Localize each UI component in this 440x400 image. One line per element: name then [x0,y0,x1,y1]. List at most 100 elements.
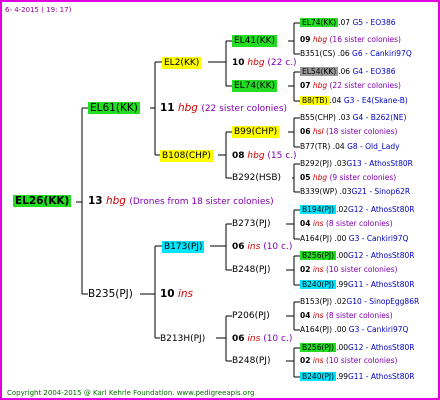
gen3-a2-hbg: hbg [312,81,328,90]
gen2-a-note: (22 c.) [267,58,297,68]
gen3-d2-ins: ins [312,356,324,365]
root-note: (Drones from 18 sister colonies) [129,197,274,207]
gen4-leaf[interactable]: B8(TB) .04 G3 - E4(Skane-B) [300,95,408,107]
gen3-b2-info: 05 hbg (9 sister colonies) [300,172,396,184]
gen2-d-ins: ins [247,334,261,344]
gen4-leaf[interactable]: B351(CS) .06 G6 - Cankiri97Q [300,48,412,60]
gen1-bottom-queen[interactable]: B235(PJ) [88,288,133,300]
gen3-c1-info: 04 ins (8 sister colonies) [300,218,393,230]
gen4-lineage: G12 - AthosSt80R [348,343,415,352]
gen4-year: .02 [336,205,348,214]
gen3-c2-number: 02 [300,265,311,274]
gen4-year: .00 [336,343,348,352]
gen2-a-info: 10 hbg (22 c.) [232,57,297,69]
gen3-a2-queen[interactable]: EL74(KK) [232,80,277,92]
gen3-c1-ins: ins [312,219,324,228]
gen1-bottom-number: 10 [160,288,175,300]
gen4-queen-id: B339(WP) [300,187,338,196]
gen3-d2-queen[interactable]: B248(PJ) [232,355,270,367]
gen4-lineage: G21 - Sinop62R [351,187,411,196]
gen3-d2-note: (10 sister colonies) [325,356,398,365]
gen4-leaf[interactable]: B256(PJ) .00G12 - AthosSt80R [300,342,414,354]
root-hbg-label: hbg [105,195,126,207]
gen1-top-hbg-label: hbg [177,102,198,114]
root-hbg-number: 13 [88,195,103,207]
gen4-queen-id: EL54(KK) [300,67,339,76]
gen4-leaf[interactable]: B240(PJ) .99G11 - AthosSt80R [300,279,414,291]
gen4-queen-id: B240(PJ) [300,280,337,289]
gen4-year: .03 [334,159,347,168]
gen4-queen-id: EL74(KK) [300,18,339,27]
gen4-leaf[interactable]: EL54(KK) .06 G4 - EO386 [300,66,396,78]
gen2-a-number: 10 [232,58,245,68]
gen4-leaf[interactable]: B55(CHP) .03 G4 - B262(NE) [300,112,406,124]
gen2-d-info: 06 ins (10 c.) [232,333,292,345]
gen4-year: .06 [338,67,351,76]
gen2-b-queen[interactable]: B108(CHP) [160,150,213,162]
gen3-d1-info: 04 ins (8 sister colonies) [300,310,393,322]
gen4-queen-id: B153(PJ) [300,297,333,306]
gen3-b2-queen[interactable]: B292(HSB) [232,172,281,184]
gen3-a1-note: (16 sister colonies) [329,35,401,44]
gen4-leaf[interactable]: A164(PJ) .00 G3 - Cankiri97Q [300,233,408,245]
gen2-c-number: 06 [232,242,245,252]
root-drone-info: 13 hbg (Drones from 18 sister colonies) [88,195,274,208]
gen4-lineage: G10 - SinopEgg86R [346,297,420,306]
pedigree-frame: 6- 4-2015 ( 19: 17) EL26(KK) 13 hbg (Dro… [0,0,440,400]
gen4-queen-id: B292(PJ) [300,159,333,168]
gen4-queen-id: B256(PJ) [300,251,337,260]
gen4-leaf[interactable]: B292(PJ) .03G13 - AthosSt80R [300,158,413,170]
gen4-year: .00 [336,251,348,260]
gen2-a-queen[interactable]: EL2(KK) [162,57,202,69]
gen3-b1-info: 06 hsl (18 sister colonies) [300,126,397,138]
gen4-lineage: G6 - Cankiri97Q [352,49,412,58]
gen3-c1-queen[interactable]: B273(PJ) [232,218,270,230]
gen3-b2-hbg: hbg [312,173,328,182]
gen3-a1-queen[interactable]: EL41(KK) [232,35,277,47]
gen3-c2-ins: ins [312,265,324,274]
gen3-d1-ins: ins [312,311,324,320]
gen4-leaf[interactable]: B339(WP) .03G21 - Sinop62R [300,186,410,198]
gen3-a1-info: 09 hbg (16 sister colonies) [300,34,401,46]
gen4-queen-id: B240(PJ) [300,372,337,381]
gen4-queen-id: B77(TR) [300,142,331,151]
gen4-lineage: G8 - Old_Lady [347,142,400,151]
gen4-queen-id: A164(PJ) [300,234,333,243]
gen2-c-ins: ins [247,242,261,252]
gen3-b2-note: (9 sister colonies) [329,173,397,182]
gen4-leaf[interactable]: A164(PJ) .00 G3 - Cankiri97Q [300,324,408,336]
gen4-leaf[interactable]: EL74(KK) .07 G5 - EO386 [300,17,396,29]
gen2-c-info: 06 ins (10 c.) [232,241,292,253]
copyright-footer: Copyright 2004-2015 @ Karl Kehrle Founda… [7,389,255,397]
gen4-lineage: G11 - AthosSt80R [348,372,415,381]
gen3-b1-queen[interactable]: B99(CHP) [232,126,280,138]
gen1-bottom-drone-info: 10 ins [160,288,193,300]
gen4-year: .02 [334,297,347,306]
root-queen[interactable]: EL26(KK) [13,195,72,207]
gen2-c-note: (10 c.) [263,242,293,252]
gen4-leaf[interactable]: B256(PJ) .00G12 - AthosSt80R [300,250,414,262]
gen4-leaf[interactable]: B153(PJ) .02G10 - SinopEgg86R [300,296,419,308]
gen3-c2-queen[interactable]: B248(PJ) [232,264,270,276]
gen4-lineage: G12 - AthosSt80R [348,251,415,260]
gen4-year: .00 [334,234,347,243]
gen4-year: .03 [338,113,351,122]
gen3-c1-note: (8 sister colonies) [325,219,393,228]
gen3-d1-queen[interactable]: P206(PJ) [232,310,270,322]
gen4-year: .04 [332,142,345,151]
gen2-d-number: 06 [232,334,245,344]
gen4-leaf[interactable]: B240(PJ) .99G11 - AthosSt80R [300,371,414,383]
gen3-b2-number: 05 [300,173,311,182]
gen2-b-hbg: hbg [247,151,265,161]
gen2-c-queen[interactable]: B173(PJ) [162,241,205,253]
gen4-year: .03 [339,187,352,196]
gen3-b1-note: (18 sister colonies) [325,127,398,136]
gen2-b-note: (15 c.) [267,151,297,161]
gen4-leaf[interactable]: B194(PJ) .02G12 - AthosSt80R [300,204,414,216]
gen4-queen-id: B55(CHP) [300,113,336,122]
gen4-leaf[interactable]: B77(TR) .04 G8 - Old_Lady [300,141,400,153]
gen2-d-queen[interactable]: B213H(PJ) [160,333,205,345]
gen4-year: .04 [329,96,342,105]
gen4-queen-id: A164(PJ) [300,325,333,334]
gen1-top-queen[interactable]: EL61(KK) [88,102,140,114]
